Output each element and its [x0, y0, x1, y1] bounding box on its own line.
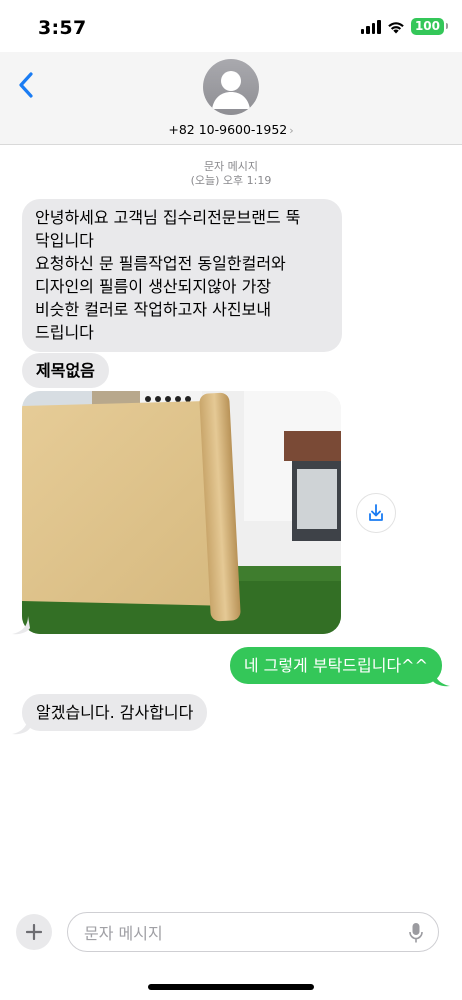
- person-icon: [212, 71, 250, 109]
- battery-indicator: 100: [410, 18, 449, 35]
- bubble-tail: [12, 716, 30, 735]
- attachment-image: [22, 391, 341, 634]
- contact-number: +82 10-9600-1952: [168, 122, 288, 137]
- bubble-tail: [12, 616, 30, 635]
- message-line: 닥입니다: [35, 231, 94, 250]
- add-attachment-button[interactable]: [16, 914, 52, 950]
- message-line: 드립니다: [35, 323, 94, 342]
- message-input-field[interactable]: [67, 912, 439, 953]
- chevron-right-icon: ›: [289, 124, 294, 137]
- back-icon[interactable]: [14, 66, 44, 106]
- conversation-header: +82 10-9600-1952 ›: [0, 52, 462, 145]
- message-line: 안녕하세요 고객님 집수리전문브랜드 뚝: [35, 208, 301, 227]
- message-text: 네 그렇게 부탁드립니다^^: [243, 656, 428, 675]
- thread-info: 문자 메시지 (오늘) 오후 1:19: [0, 160, 462, 188]
- mms-subject: 제목없음: [36, 361, 95, 380]
- download-icon: [369, 504, 383, 521]
- message-bubble-outgoing[interactable]: 네 그렇게 부탁드립니다^^: [229, 647, 442, 684]
- message-line: 디자인의 필름이 생산되지않아 가장: [35, 277, 272, 296]
- home-indicator[interactable]: [148, 984, 314, 990]
- status-bar: 3:57 100: [0, 0, 462, 52]
- plus-icon: [26, 924, 42, 940]
- contact-avatar[interactable]: [203, 59, 259, 115]
- message-input[interactable]: [82, 913, 386, 953]
- wifi-icon: [388, 21, 404, 33]
- status-icons: 100: [360, 18, 449, 35]
- message-type-label: 문자 메시지: [203, 160, 259, 173]
- status-time: 3:57: [38, 17, 87, 39]
- message-bubble-incoming[interactable]: 알겠습니다. 감사합니다: [22, 694, 208, 731]
- bubble-tail: [432, 668, 450, 687]
- thread-timestamp: (오늘) 오후 1:19: [190, 174, 272, 187]
- contact-name-button[interactable]: +82 10-9600-1952 ›: [0, 122, 462, 137]
- mms-subject-bubble[interactable]: 제목없음: [22, 353, 109, 388]
- message-line: 비슷한 컬러로 작업하고자 사진보내: [35, 300, 272, 319]
- save-attachment-button[interactable]: [356, 493, 396, 533]
- microphone-icon[interactable]: [408, 922, 424, 944]
- message-line: 요청하신 문 필름작업전 동일한컬러와: [35, 254, 286, 273]
- photo-attachment[interactable]: [22, 391, 341, 634]
- message-bubble-incoming[interactable]: 안녕하세요 고객님 집수리전문브랜드 뚝 닥입니다 요청하신 문 필름작업전 동…: [22, 199, 342, 352]
- message-text: 알겠습니다. 감사합니다: [36, 703, 194, 722]
- cellular-signal-icon: [360, 19, 381, 34]
